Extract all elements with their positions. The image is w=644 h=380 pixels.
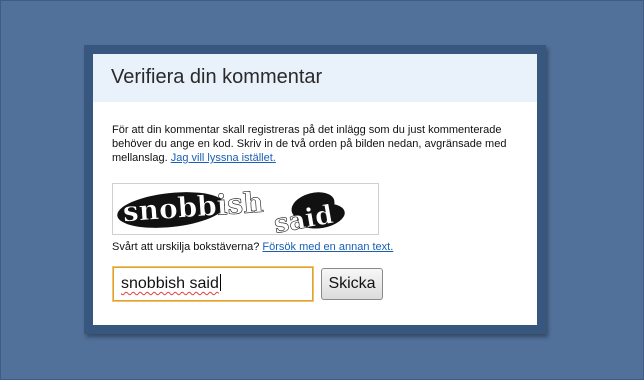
dialog-frame: Verifiera din kommentar För att din komm…	[84, 45, 546, 334]
dialog-title: Verifiera din kommentar	[111, 66, 323, 88]
answer-text: snobbish said	[121, 275, 219, 292]
captcha-word-1: snobbish	[122, 186, 265, 229]
listen-instead-link[interactable]: Jag vill lyssna istället.	[171, 152, 276, 164]
captcha-image: snobbish said	[112, 183, 379, 235]
captcha-word-2: said	[272, 200, 336, 235]
verification-dialog: Verifiera din kommentar För att din komm…	[93, 54, 537, 325]
dialog-header: Verifiera din kommentar	[93, 54, 537, 102]
instructions: För att din kommentar skall registreras …	[112, 123, 522, 165]
captcha-hint: Svårt att urskilja bokstäverna? Försök m…	[112, 241, 393, 253]
text-caret	[219, 274, 221, 291]
try-other-text-link[interactable]: Försök med en annan text.	[262, 241, 393, 253]
submit-button[interactable]: Skicka	[321, 268, 383, 300]
captcha-answer-input[interactable]: snobbish said	[113, 267, 313, 301]
captcha-graphic: snobbish said	[117, 185, 345, 235]
hint-text: Svårt att urskilja bokstäverna?	[112, 241, 260, 253]
